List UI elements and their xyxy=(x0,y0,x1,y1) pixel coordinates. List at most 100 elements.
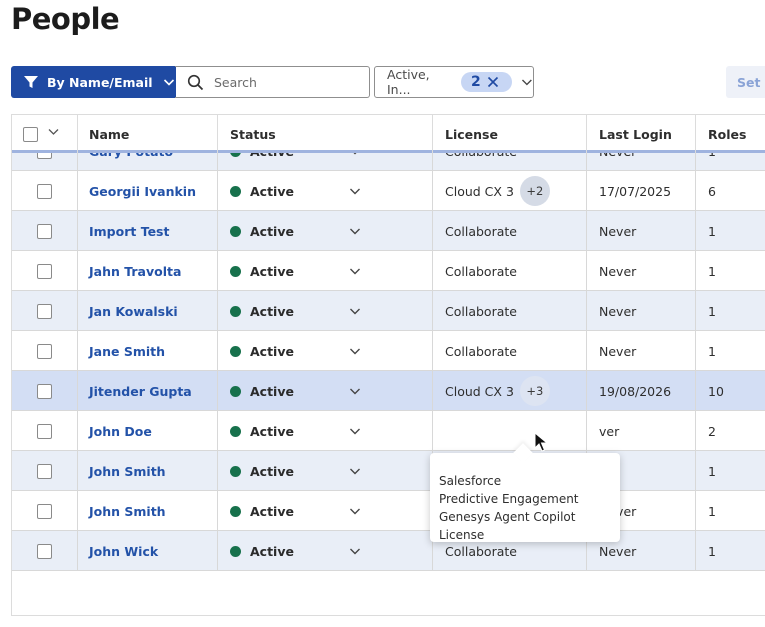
status-cell[interactable]: Active xyxy=(218,491,433,531)
table-row[interactable]: Jan Kowalski Active Collaborate Never 1 xyxy=(12,291,765,331)
tooltip-item: Genesys Agent Copilot License xyxy=(439,510,576,542)
more-licenses-badge[interactable]: +3 xyxy=(519,376,550,406)
user-name-link[interactable]: Jan Kowalski xyxy=(89,304,178,319)
column-header-status[interactable]: Status xyxy=(218,115,433,153)
user-name-link[interactable]: Jane Smith xyxy=(89,344,165,359)
status-cell[interactable]: Active xyxy=(218,371,433,411)
user-name-link[interactable]: Jahn Travolta xyxy=(89,264,181,279)
table-row[interactable]: John Doe Active ver 2 xyxy=(12,411,765,451)
row-checkbox[interactable] xyxy=(37,383,52,399)
status-cell[interactable]: Active xyxy=(218,531,433,571)
name-cell: Jahn Travolta xyxy=(77,251,218,291)
user-name-link[interactable]: John Smith xyxy=(89,504,166,519)
chevron-down-icon[interactable] xyxy=(349,545,361,557)
table-row[interactable]: Georgii Ivankin Active Cloud CX 3 +2 17/07/2… xyxy=(12,171,765,211)
status-dot-icon xyxy=(230,305,241,317)
chevron-down-icon[interactable] xyxy=(349,265,361,277)
column-header-roles[interactable]: Roles xyxy=(696,115,765,153)
status-cell[interactable]: Active xyxy=(218,451,433,491)
row-select-cell xyxy=(12,491,78,531)
set-button[interactable]: Set L xyxy=(726,66,765,98)
search-input[interactable] xyxy=(214,74,354,90)
name-cell: Jan Kowalski xyxy=(77,291,218,331)
row-checkbox[interactable] xyxy=(37,223,52,239)
column-header-last-login[interactable]: Last Login xyxy=(587,115,696,153)
row-checkbox[interactable] xyxy=(37,543,52,559)
user-name-link[interactable]: John Smith xyxy=(89,464,166,479)
row-checkbox[interactable] xyxy=(37,263,52,279)
page-title: People xyxy=(11,2,120,36)
row-checkbox[interactable] xyxy=(37,343,52,359)
status-text: Active xyxy=(250,303,294,319)
last-login-cell: Never xyxy=(587,251,696,291)
row-select-cell xyxy=(12,291,78,331)
status-cell[interactable]: Active xyxy=(218,251,433,291)
table-row[interactable]: John SmithActivever1 xyxy=(12,451,765,491)
chevron-down-icon[interactable] xyxy=(349,505,361,517)
license-tooltip: Salesforce Predictive Engagement Genesys… xyxy=(430,453,620,542)
license-cell: Cloud CX 3 +3 xyxy=(433,371,587,411)
table-row[interactable]: Jahn Travolta Active Collaborate Never 1 xyxy=(12,251,765,291)
license-text: Collaborate xyxy=(445,343,517,359)
more-licenses-badge[interactable]: +2 xyxy=(519,176,550,206)
chevron-down-icon[interactable] xyxy=(349,225,361,237)
status-filter-text: Active, In... xyxy=(387,67,430,97)
table-row[interactable]: Jane Smith Active Collaborate Never 1 xyxy=(12,331,765,371)
tooltip-item: Predictive Engagement xyxy=(439,492,579,506)
chevron-down-icon[interactable] xyxy=(349,425,361,437)
row-select-cell xyxy=(12,331,78,371)
last-login-cell: Never xyxy=(587,331,696,371)
name-cell: John Doe xyxy=(77,411,218,451)
status-cell[interactable]: Active xyxy=(218,211,433,251)
status-filter-dropdown[interactable]: Active, In... 2 xyxy=(374,66,534,98)
status-text: Active xyxy=(250,223,294,239)
close-icon[interactable] xyxy=(487,76,499,88)
search-box[interactable] xyxy=(175,66,370,98)
status-cell[interactable]: Active xyxy=(218,291,433,331)
column-header-name[interactable]: Name xyxy=(77,115,218,153)
chevron-down-icon[interactable] xyxy=(349,385,361,397)
row-checkbox[interactable] xyxy=(37,423,52,439)
status-cell[interactable]: Active xyxy=(218,171,433,211)
row-checkbox[interactable] xyxy=(37,303,52,319)
chevron-down-icon[interactable] xyxy=(349,465,361,477)
table-row[interactable]: Import Test Active Collaborate Never 1 xyxy=(12,211,765,251)
row-checkbox[interactable] xyxy=(37,503,52,519)
row-select-cell xyxy=(12,371,78,411)
table-bottom-border xyxy=(11,615,765,616)
row-select-cell xyxy=(12,251,78,291)
last-login-cell: ver xyxy=(587,411,696,451)
row-checkbox[interactable] xyxy=(37,463,52,479)
table-row[interactable]: Jitender Gupta Active Cloud CX 3 +3 19/08/20… xyxy=(12,371,765,411)
column-header-license[interactable]: License xyxy=(433,115,587,153)
license-cell: Collaborate xyxy=(433,291,587,331)
status-dot-icon xyxy=(230,345,241,357)
name-cell: John Smith xyxy=(77,491,218,531)
select-all-checkbox[interactable] xyxy=(23,126,38,142)
table-row[interactable]: John Wick Active Collaborate Never 1 xyxy=(12,531,765,571)
user-name-link[interactable]: Georgii Ivankin xyxy=(89,184,196,199)
roles-cell: 6 xyxy=(696,171,765,211)
status-cell[interactable]: Active xyxy=(218,331,433,371)
chevron-down-icon[interactable] xyxy=(349,305,361,317)
user-name-link[interactable]: John Doe xyxy=(89,424,152,439)
chevron-down-icon[interactable] xyxy=(349,185,361,197)
chevron-down-icon[interactable] xyxy=(349,345,361,357)
name-cell: Jitender Gupta xyxy=(77,371,218,411)
status-filter-count-badge[interactable]: 2 xyxy=(461,72,513,92)
user-name-link[interactable]: Jitender Gupta xyxy=(89,384,192,399)
row-checkbox[interactable] xyxy=(37,183,52,199)
user-name-link[interactable]: Import Test xyxy=(89,224,169,239)
roles-cell: 1 xyxy=(696,531,765,571)
table-row[interactable]: John SmithActiveCloud CX 3+2Never1 xyxy=(12,491,765,531)
chevron-down-icon[interactable] xyxy=(48,126,59,137)
user-name-link[interactable]: John Wick xyxy=(89,544,158,559)
status-cell[interactable]: Active xyxy=(218,411,433,451)
filter-by-name-email-button[interactable]: By Name/Email xyxy=(11,66,176,98)
search-icon xyxy=(187,74,204,90)
row-select-cell xyxy=(12,531,78,571)
status-dot-icon xyxy=(230,225,241,237)
status-dot-icon xyxy=(230,545,241,557)
roles-cell: 10 xyxy=(696,371,765,411)
name-cell: Import Test xyxy=(77,211,218,251)
